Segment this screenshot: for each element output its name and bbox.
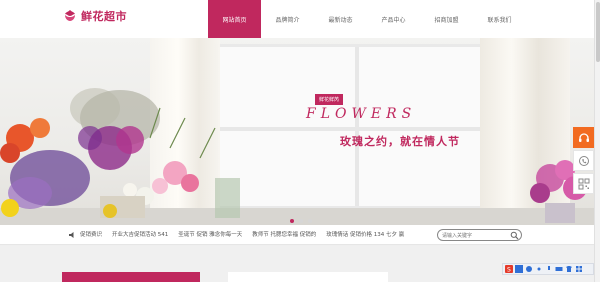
flower-bouquet-image bbox=[0, 88, 240, 218]
news-item[interactable]: 圣诞节 促销 雅念你每一天 bbox=[178, 230, 242, 238]
keyboard-icon[interactable] bbox=[555, 265, 563, 273]
banner-title-cn: 玫瑰之约，就在情人节 bbox=[340, 135, 460, 148]
slider-dots bbox=[290, 219, 312, 223]
floating-toolbar bbox=[573, 127, 594, 196]
clothing-icon[interactable] bbox=[565, 265, 573, 273]
nav-item-contact[interactable]: 联系我们 bbox=[473, 0, 526, 38]
slider-dot-1[interactable] bbox=[290, 219, 294, 223]
search-icon[interactable] bbox=[510, 231, 519, 240]
chinese-ime-icon[interactable] bbox=[515, 265, 523, 273]
phone-icon bbox=[578, 155, 589, 166]
page-scrollbar[interactable] bbox=[594, 0, 600, 282]
apps-icon[interactable] bbox=[575, 265, 583, 273]
news-item[interactable]: 玫瑰情话 促销价格 134 七夕 赢 bbox=[326, 230, 404, 238]
logo-text: 鲜花超市 bbox=[81, 10, 127, 23]
search-input[interactable] bbox=[442, 231, 506, 240]
section-header-white bbox=[228, 272, 388, 282]
system-tray: S bbox=[502, 263, 594, 275]
banner-title-en: FLOWERS bbox=[306, 106, 417, 122]
speaker-icon bbox=[69, 232, 74, 238]
news-ticker-bar: 促销费识 开业大吉促销活动 541 圣诞节 促销 雅念你每一天 教师节 托腮您幸… bbox=[0, 225, 594, 245]
nav-item-home[interactable]: 网站首页 bbox=[208, 0, 261, 38]
site-header: 鲜花超市 网站首页 品牌简介 最新动态 产品中心 招商加盟 联系我们 bbox=[0, 0, 594, 38]
phone-button[interactable] bbox=[573, 150, 594, 171]
nav-item-products[interactable]: 产品中心 bbox=[367, 0, 420, 38]
nav-item-brand[interactable]: 品牌简介 bbox=[261, 0, 314, 38]
news-item[interactable]: 促销费识 bbox=[80, 230, 102, 238]
nav-item-franchise[interactable]: 招商加盟 bbox=[420, 0, 473, 38]
news-item[interactable]: 教师节 托腮您幸福 促销的 bbox=[252, 230, 316, 238]
ime-s-icon[interactable]: S bbox=[505, 265, 513, 273]
nav-item-news[interactable]: 最新动态 bbox=[314, 0, 367, 38]
news-item[interactable]: 开业大吉促销活动 541 bbox=[112, 230, 168, 238]
slider-dot-3[interactable] bbox=[308, 219, 312, 223]
moon-icon[interactable] bbox=[525, 265, 533, 273]
slider-dot-2[interactable] bbox=[299, 219, 303, 223]
headset-icon bbox=[578, 132, 589, 142]
svg-text:S: S bbox=[507, 267, 511, 274]
search-box bbox=[437, 229, 522, 241]
main-nav: 网站首页 品牌简介 最新动态 产品中心 招商加盟 联系我们 bbox=[208, 0, 526, 38]
news-list: 促销费识 开业大吉促销活动 541 圣诞节 促销 雅念你每一天 教师节 托腮您幸… bbox=[80, 230, 414, 238]
banner-tag: 鲜花鲜芮 bbox=[315, 94, 344, 105]
qrcode-button[interactable] bbox=[573, 173, 594, 194]
comma-icon[interactable] bbox=[535, 265, 543, 273]
flower-logo-icon bbox=[65, 10, 75, 21]
customer-service-button[interactable] bbox=[573, 127, 594, 148]
logo[interactable]: 鲜花超市 bbox=[62, 5, 127, 27]
microphone-icon[interactable] bbox=[545, 265, 553, 273]
qrcode-icon bbox=[578, 178, 589, 189]
scrollbar-thumb[interactable] bbox=[596, 2, 600, 62]
section-header-pink bbox=[62, 272, 200, 282]
hero-banner[interactable]: 鲜花鲜芮 FLOWERS 玫瑰之约，就在情人节 bbox=[0, 38, 594, 225]
